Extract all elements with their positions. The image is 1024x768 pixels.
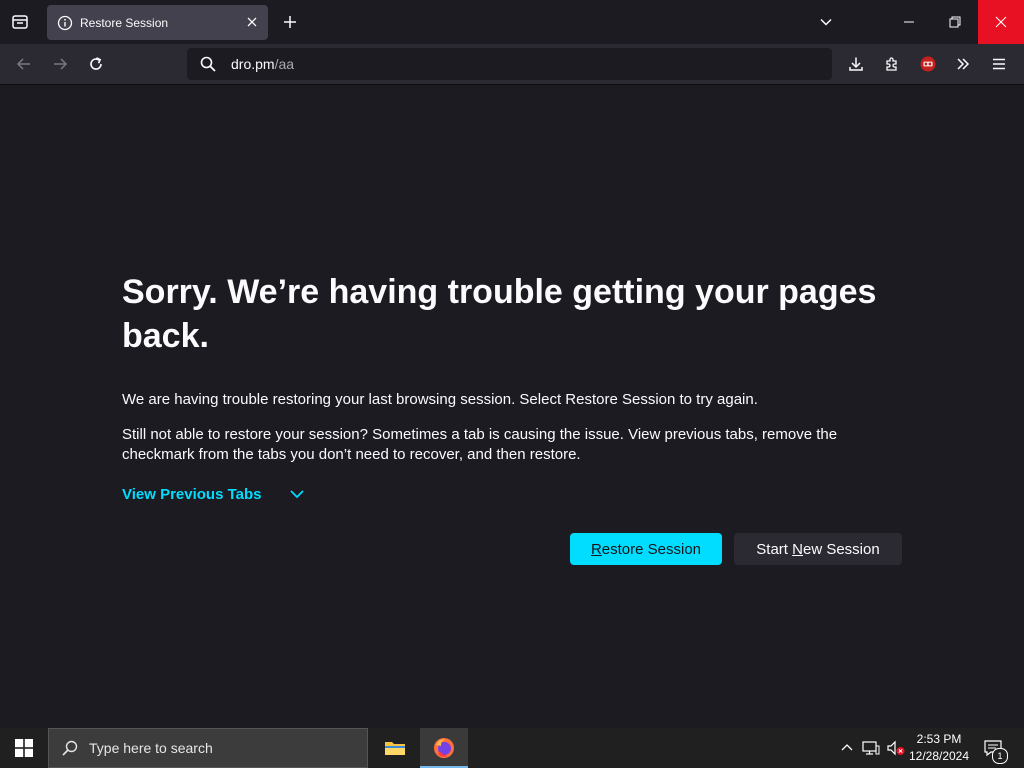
search-placeholder: Type here to search	[89, 740, 213, 756]
more-tools-button[interactable]	[947, 48, 979, 80]
double-chevron-right-icon	[957, 58, 970, 70]
firefox-view-button[interactable]	[4, 6, 36, 38]
network-icon	[862, 741, 880, 755]
arrow-left-icon	[16, 58, 30, 70]
search-icon	[199, 55, 217, 73]
clock-time: 2:53 PM	[916, 732, 962, 746]
url-path: /aa	[274, 56, 295, 72]
new-session-accel-key: N	[792, 540, 803, 558]
back-button[interactable]	[8, 48, 40, 80]
restore-help-text: Still not able to restore your session? …	[122, 426, 838, 463]
speaker-muted-icon	[887, 740, 905, 756]
forward-button[interactable]	[44, 48, 76, 80]
plus-icon	[284, 16, 296, 28]
list-all-tabs-button[interactable]	[810, 6, 842, 38]
firefox-icon	[434, 738, 454, 758]
hamburger-menu-icon	[993, 58, 1005, 70]
address-bar[interactable]: dro.pm/aa	[187, 48, 832, 80]
extensions-button[interactable]	[876, 48, 908, 80]
firefox-view-icon	[12, 15, 28, 29]
network-status-button[interactable]	[860, 728, 882, 768]
page-content: Sorry. We’re having trouble getting your…	[0, 85, 1024, 728]
info-icon	[57, 15, 73, 31]
windows-logo-icon	[15, 739, 33, 757]
close-window-button[interactable]	[978, 0, 1024, 44]
new-session-label-end: ew Session	[802, 540, 880, 558]
restore-description: We are having trouble restoring your las…	[122, 391, 758, 408]
downloads-button[interactable]	[840, 48, 872, 80]
view-previous-tabs-toggle[interactable]: View Previous Tabs	[122, 485, 306, 503]
show-hidden-icons-button[interactable]	[838, 728, 856, 768]
puzzle-icon	[886, 57, 897, 71]
taskbar-search-box[interactable]: Type here to search	[48, 728, 368, 768]
clock-date: 12/28/2024	[908, 749, 970, 763]
minimize-icon	[904, 21, 914, 23]
chevron-down-icon	[820, 18, 832, 26]
new-session-label-start: Start	[756, 540, 793, 558]
restore-window-icon	[949, 16, 961, 28]
reload-icon	[90, 57, 102, 70]
folder-icon	[385, 742, 405, 755]
tab-strip: Restore Session	[0, 0, 1024, 44]
firefox-taskbar-button[interactable]	[420, 728, 468, 768]
start-new-session-button[interactable]: Start New Session	[734, 533, 902, 565]
arrow-right-icon	[54, 58, 68, 70]
new-tab-button[interactable]	[276, 6, 304, 38]
url-host: dro.pm	[231, 56, 275, 72]
restore-label: estore Session	[601, 540, 702, 558]
restore-window-button[interactable]	[932, 0, 978, 44]
ublock-shield-icon	[920, 56, 936, 72]
chevron-down-icon	[288, 485, 306, 503]
windows-taskbar: Type here to search 2:53 PM 12/28/2024 1	[0, 728, 1024, 768]
ublock-origin-button[interactable]	[912, 48, 944, 80]
restore-session-button[interactable]: Restore Session	[570, 533, 722, 565]
restore-accel-key: R	[590, 540, 602, 558]
search-icon	[61, 739, 79, 757]
start-button[interactable]	[0, 728, 48, 768]
file-explorer-taskbar-button[interactable]	[371, 728, 419, 768]
app-menu-button[interactable]	[983, 48, 1015, 80]
page-title: Sorry. We’re having trouble getting your…	[122, 273, 877, 355]
tab-title: Restore Session	[80, 15, 169, 30]
reload-button[interactable]	[80, 48, 112, 80]
tab-restore-session[interactable]: Restore Session	[47, 5, 268, 40]
view-previous-tabs-label: View Previous Tabs	[122, 485, 262, 503]
close-icon	[995, 16, 1007, 28]
minimize-button[interactable]	[886, 0, 932, 44]
taskbar-clock[interactable]: 2:53 PM 12/28/2024	[906, 731, 972, 765]
close-tab-icon[interactable]	[244, 14, 260, 30]
navigation-toolbar: dro.pm/aa	[0, 44, 1024, 85]
download-icon	[849, 57, 863, 71]
chevron-up-icon	[841, 744, 853, 751]
notification-count-badge: 1	[992, 748, 1008, 764]
volume-button[interactable]	[885, 728, 907, 768]
